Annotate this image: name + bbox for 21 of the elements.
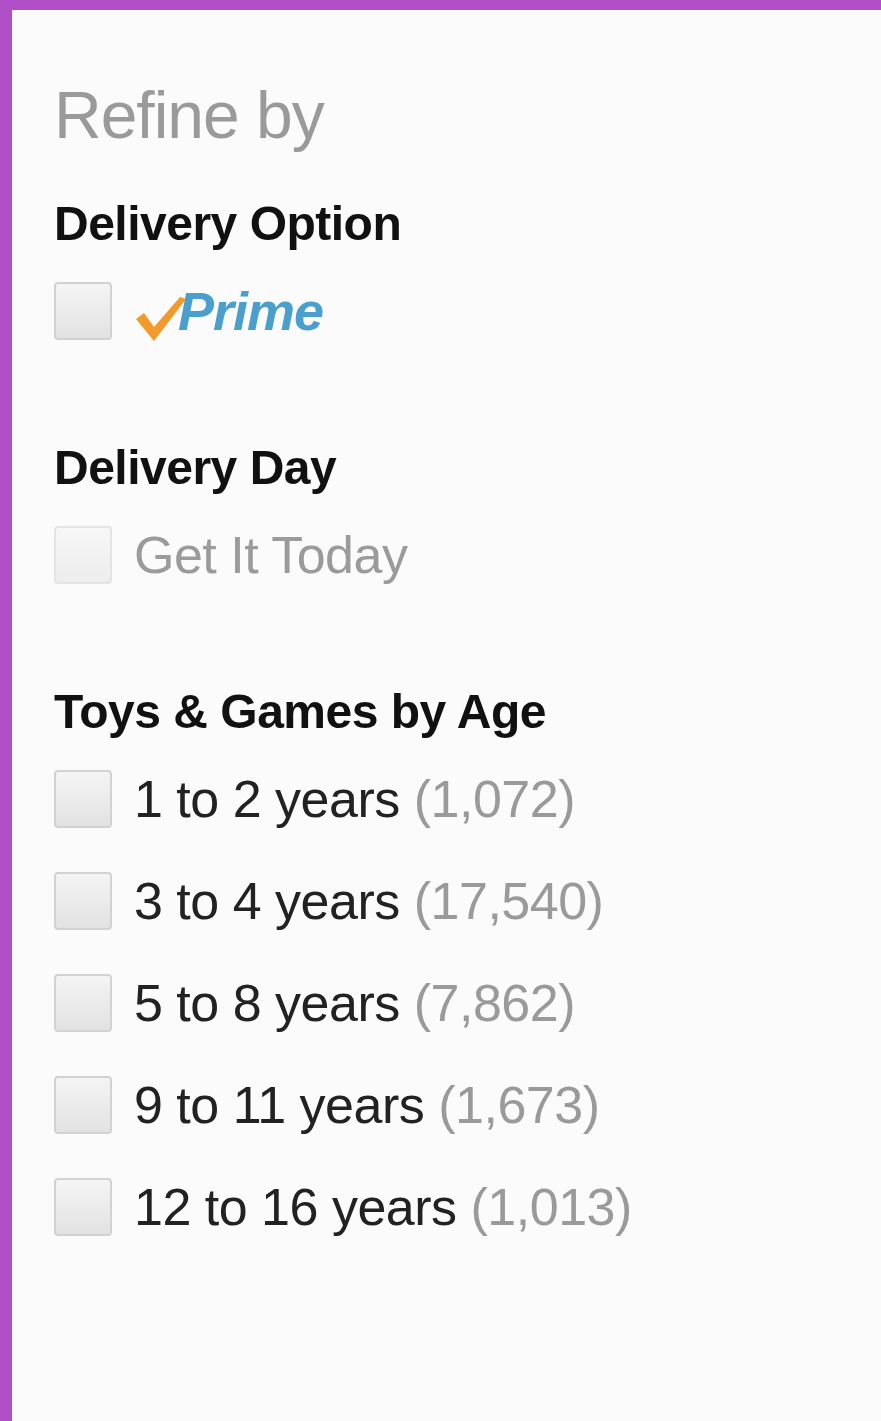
prime-logo-text: Prime	[178, 279, 324, 343]
checkbox[interactable]	[54, 1178, 112, 1236]
result-count: (1,072)	[413, 769, 575, 830]
checkbox[interactable]	[54, 872, 112, 930]
result-count: (1,673)	[438, 1075, 600, 1136]
option-label: 3 to 4 years	[134, 871, 400, 932]
section-heading: Toys & Games by Age	[54, 688, 547, 736]
result-count: (17,540)	[413, 871, 604, 932]
result-count: (1,013)	[470, 1177, 632, 1238]
checkbox[interactable]	[54, 1076, 112, 1134]
section-heading: Delivery Option	[54, 200, 403, 248]
checkbox[interactable]	[54, 974, 112, 1032]
section-heading: Delivery Day	[54, 444, 338, 492]
result-count: (7,862)	[413, 973, 575, 1034]
option-label: 1 to 2 years	[134, 769, 400, 830]
checkbox[interactable]	[54, 770, 112, 828]
option-label: 5 to 8 years	[134, 973, 400, 1034]
option-label: Get It Today	[134, 525, 408, 586]
option-label: 9 to 11 years	[134, 1075, 425, 1136]
checkbox[interactable]	[54, 282, 112, 340]
option-label: 12 to 16 years	[134, 1177, 457, 1238]
